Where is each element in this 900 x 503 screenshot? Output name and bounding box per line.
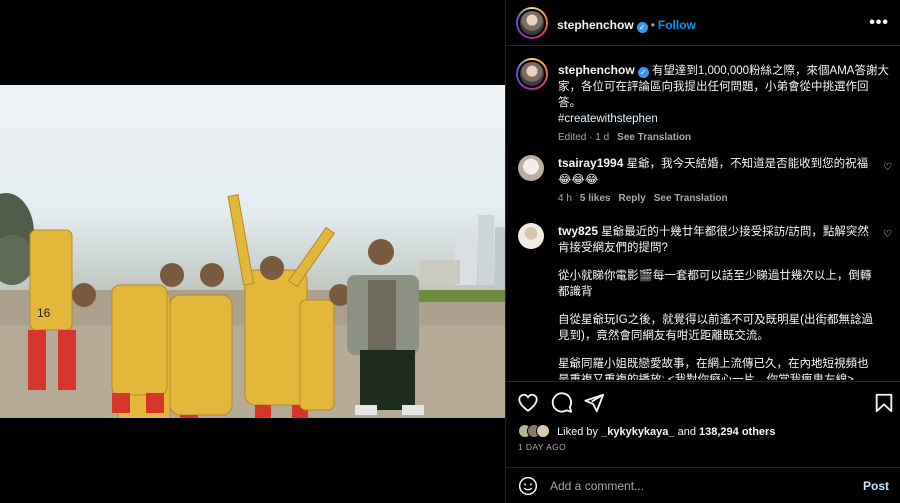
post-media-area: 16 (0, 0, 505, 503)
comment-line-1: twy825 星爺最近的十幾廿年都很少接受採訪/訪問，點解突然 (558, 223, 878, 240)
comments-section[interactable]: stephenchow ✓ 有望達到1,000,000粉絲之際，來個AMA答謝大 … (506, 47, 900, 380)
comment-age: 4 h (558, 193, 572, 204)
liked-by-prefix: Liked by (557, 426, 599, 438)
comment-text-2: 肯接受網友們的提問? (558, 242, 668, 254)
comment-text-1: 星爺，我今天結婚，不知道是否能收到您的祝福 (626, 158, 869, 170)
comment-text-7: 星爺同羅小姐既戀愛故事，在網上流傳已久，在內地短視頻也 (558, 358, 869, 370)
caption-author-avatar[interactable] (516, 58, 548, 90)
liked-by-line: Liked by _kykykykaya_ and 138,294 others (518, 424, 775, 438)
caption-text-2: 家，各位可在評論區向我提出任何問題，小弟會從中挑選作回 (558, 81, 869, 93)
liked-by-user[interactable]: _kykykykaya_ (601, 426, 674, 438)
comment-like-count[interactable]: 5 likes (580, 193, 611, 204)
add-comment-bar: Add a comment... Post (506, 467, 900, 503)
author-username[interactable]: stephenchow (557, 18, 634, 32)
caption-line-1: stephenchow ✓ 有望達到1,000,000粉絲之際，來個AMA答謝大 (558, 62, 890, 79)
comment-text-5: 自從星爺玩IG之後，就覺得以前遙不可及既明星(出街都無諗過 (558, 314, 873, 326)
caption-hashtag[interactable]: #createwithstephen (558, 111, 890, 127)
author-avatar[interactable] (516, 7, 548, 39)
caption-edited-time: Edited · 1 d (558, 132, 610, 143)
follow-button[interactable]: Follow (658, 18, 696, 32)
caption-author-username[interactable]: stephenchow (558, 63, 635, 77)
post-actions: Liked by _kykykykaya_ and 138,294 others… (506, 381, 900, 503)
post-side-panel: stephenchow ✓ • Follow ••• stephenchow ✓ 有望達… (505, 0, 900, 503)
comment-avatar[interactable] (518, 223, 544, 249)
comment-line-1: tsairay1994 星爺，我今天結婚，不知道是否能收到您的祝福 (558, 155, 878, 172)
post-comment-button[interactable]: Post (863, 479, 889, 493)
comment-like-heart-icon[interactable]: ♡ (883, 162, 892, 173)
liked-by-and: and (677, 426, 696, 438)
add-comment-input[interactable]: Add a comment... (550, 479, 644, 493)
comment-icon[interactable] (551, 392, 573, 414)
comment-username[interactable]: twy825 (558, 224, 598, 238)
more-options-icon[interactable]: ••• (869, 14, 889, 32)
comment-text-3: 從小就睇你電影🎬每一套都可以話至少睇過廿幾次以上，倒轉 (558, 270, 872, 282)
emoji-icon[interactable] (518, 476, 538, 496)
author-line: stephenchow ✓ • Follow (557, 16, 696, 34)
liker-avatar[interactable] (536, 424, 550, 438)
svg-text:16: 16 (37, 306, 51, 320)
caption-see-translation[interactable]: See Translation (617, 132, 691, 143)
comment-text-1: 星爺最近的十幾廿年都很少接受採訪/訪問，點解突然 (601, 226, 869, 238)
bookmark-icon[interactable] (873, 392, 895, 414)
post-photo[interactable]: 16 (0, 85, 505, 418)
comment-text-4: 都識背 (558, 286, 593, 298)
comment-meta: 4 h 5 likes Reply See Translation (558, 193, 878, 204)
comment-avatar[interactable] (518, 155, 544, 181)
comment-item: twy825 星爺最近的十幾廿年都很少接受採訪/訪問，點解突然 肯接受網友們的提… (558, 223, 878, 380)
caption-text-1: 有望達到1,000,000粉絲之際，來個AMA答謝大 (651, 65, 889, 77)
comment-username[interactable]: tsairay1994 (558, 156, 623, 170)
verified-badge-icon: ✓ (636, 22, 648, 33)
share-icon[interactable] (583, 392, 605, 414)
comment-item: tsairay1994 星爺，我今天結婚，不知道是否能收到您的祝福 😂😂😂 4 … (558, 155, 878, 204)
comment-like-heart-icon[interactable]: ♡ (883, 229, 892, 240)
comment-see-translation[interactable]: See Translation (654, 193, 728, 204)
comment-reply-button[interactable]: Reply (619, 193, 646, 204)
post-header: stephenchow ✓ • Follow ••• (506, 0, 900, 46)
caption-meta: Edited · 1 d See Translation (558, 132, 890, 143)
comment-text-8: 是重複又重複的播放: <我對你癡心一片，你當我瘋鬼左線> (558, 374, 854, 380)
post-photo-illustration: 16 (0, 193, 505, 418)
caption-text-3: 答。 (558, 97, 581, 109)
verified-badge-icon: ✓ (637, 67, 649, 78)
liked-by-count[interactable]: 138,294 others (699, 426, 775, 438)
heart-icon[interactable] (517, 392, 539, 414)
separator-dot: • (650, 18, 655, 32)
post-time-ago: 1 DAY AGO (518, 442, 567, 452)
comment-text-2: 😂😂😂 (558, 174, 599, 186)
caption: stephenchow ✓ 有望達到1,000,000粉絲之際，來個AMA答謝大 … (558, 62, 890, 143)
comment-text-6: 見到)，竟然會同網友有咁近距離既交流。 (558, 330, 769, 342)
